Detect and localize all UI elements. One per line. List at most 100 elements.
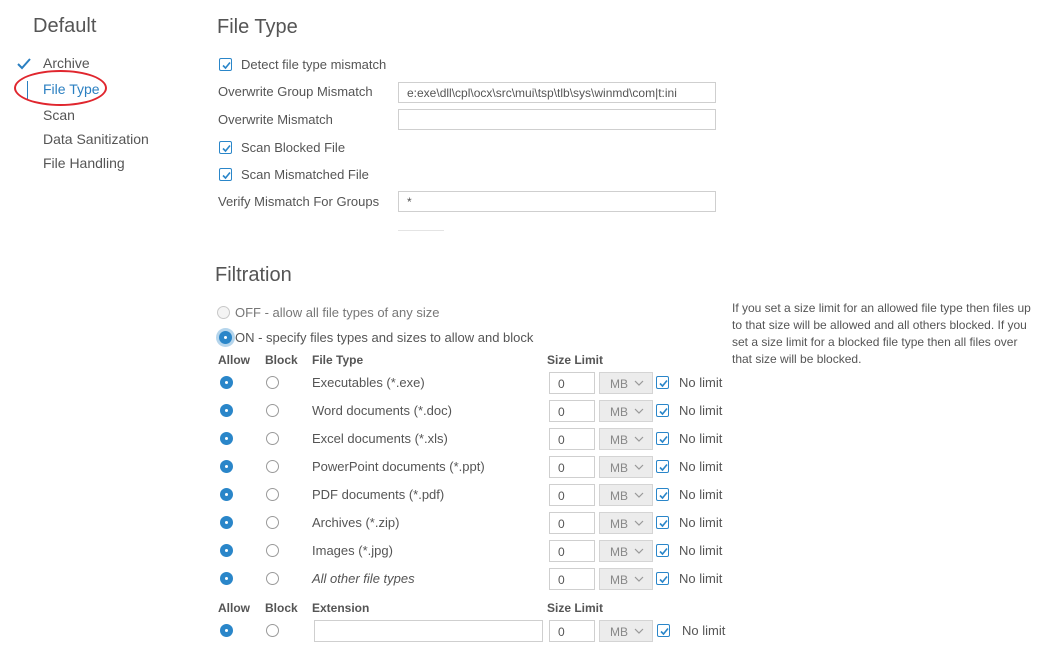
block-radio[interactable] bbox=[266, 432, 279, 445]
allow-radio[interactable] bbox=[220, 460, 233, 473]
no-limit-checkbox[interactable] bbox=[656, 432, 669, 445]
size-unit-value: MB bbox=[610, 489, 628, 503]
size-unit-value: MB bbox=[610, 433, 628, 447]
no-limit-checkbox[interactable] bbox=[656, 460, 669, 473]
chevron-down-icon bbox=[634, 520, 644, 526]
no-limit-checkbox[interactable] bbox=[656, 488, 669, 501]
file-type-label: All other file types bbox=[312, 571, 415, 586]
checkmark-icon bbox=[659, 407, 668, 416]
file-type-label: PowerPoint documents (*.ppt) bbox=[312, 459, 485, 474]
size-limit-input[interactable]: 0 bbox=[549, 400, 595, 422]
verify-mismatch-input[interactable]: * bbox=[398, 191, 716, 212]
column-header-size-limit: Size Limit bbox=[547, 601, 604, 615]
size-unit-value: MB bbox=[610, 625, 628, 639]
size-unit-select[interactable]: MB bbox=[599, 372, 653, 394]
no-limit-checkbox[interactable] bbox=[656, 516, 669, 529]
allow-radio[interactable] bbox=[220, 544, 233, 557]
file-type-label: Word documents (*.doc) bbox=[312, 403, 452, 418]
column-header-extension: Extension bbox=[312, 601, 370, 615]
column-header-size-limit: Size Limit bbox=[547, 353, 604, 367]
no-limit-checkbox[interactable] bbox=[657, 624, 670, 637]
allow-radio[interactable] bbox=[220, 572, 233, 585]
allow-radio[interactable] bbox=[220, 624, 233, 637]
overwrite-mismatch-label: Overwrite Mismatch bbox=[218, 112, 333, 127]
scan-blocked-checkbox[interactable] bbox=[219, 141, 232, 154]
sidebar-item-scan[interactable]: Scan bbox=[43, 107, 75, 123]
block-radio[interactable] bbox=[266, 544, 279, 557]
size-unit-select[interactable]: MB bbox=[599, 428, 653, 450]
sidebar-item-file-handling[interactable]: File Handling bbox=[43, 155, 125, 171]
detect-mismatch-label: Detect file type mismatch bbox=[241, 57, 387, 72]
size-unit-select[interactable]: MB bbox=[599, 540, 653, 562]
scan-mismatched-checkbox[interactable] bbox=[219, 168, 232, 181]
no-limit-checkbox[interactable] bbox=[656, 544, 669, 557]
block-radio[interactable] bbox=[266, 404, 279, 417]
sidebar-item-archive[interactable]: Archive bbox=[43, 55, 90, 71]
block-radio[interactable] bbox=[266, 460, 279, 473]
no-limit-checkbox[interactable] bbox=[656, 572, 669, 585]
chevron-down-icon bbox=[634, 464, 644, 470]
checkmark-icon bbox=[222, 171, 231, 180]
no-limit-label: No limit bbox=[679, 375, 723, 390]
size-unit-select[interactable]: MB bbox=[599, 620, 653, 642]
no-limit-label: No limit bbox=[679, 571, 723, 586]
block-radio[interactable] bbox=[266, 624, 279, 637]
file-type-label: Images (*.jpg) bbox=[312, 543, 393, 558]
size-limit-input[interactable]: 0 bbox=[549, 372, 595, 394]
filtration-off-radio[interactable] bbox=[217, 306, 230, 319]
size-unit-select[interactable]: MB bbox=[599, 456, 653, 478]
no-limit-checkbox[interactable] bbox=[656, 376, 669, 389]
no-limit-checkbox[interactable] bbox=[656, 404, 669, 417]
checkmark-icon bbox=[222, 61, 231, 70]
chevron-down-icon bbox=[634, 408, 644, 414]
overwrite-mismatch-input[interactable] bbox=[398, 109, 716, 130]
size-limit-input[interactable]: 0 bbox=[549, 540, 595, 562]
file-type-label: Excel documents (*.xls) bbox=[312, 431, 448, 446]
allow-radio[interactable] bbox=[220, 432, 233, 445]
checkmark-icon bbox=[659, 519, 668, 528]
block-radio[interactable] bbox=[266, 376, 279, 389]
no-limit-label: No limit bbox=[679, 459, 723, 474]
filtration-on-radio[interactable] bbox=[219, 331, 232, 344]
allow-radio[interactable] bbox=[220, 488, 233, 501]
size-unit-select[interactable]: MB bbox=[599, 484, 653, 506]
no-limit-label: No limit bbox=[679, 487, 723, 502]
sidebar-item-data-sanitization[interactable]: Data Sanitization bbox=[43, 131, 149, 147]
size-unit-select[interactable]: MB bbox=[599, 400, 653, 422]
allow-radio[interactable] bbox=[220, 516, 233, 529]
size-limit-input[interactable]: 0 bbox=[549, 428, 595, 450]
extension-input[interactable] bbox=[314, 620, 543, 642]
checkmark-icon bbox=[222, 144, 231, 153]
no-limit-label: No limit bbox=[679, 543, 723, 558]
checkmark-icon bbox=[659, 463, 668, 472]
sidebar-title: Default bbox=[33, 15, 97, 37]
size-limit-input[interactable]: 0 bbox=[549, 456, 595, 478]
column-header-block: Block bbox=[265, 353, 298, 367]
column-header-allow: Allow bbox=[218, 601, 250, 615]
size-unit-value: MB bbox=[610, 377, 628, 391]
block-radio[interactable] bbox=[266, 516, 279, 529]
size-limit-input[interactable]: 0 bbox=[549, 568, 595, 590]
column-header-block: Block bbox=[265, 601, 298, 615]
size-limit-input[interactable]: 0 bbox=[549, 484, 595, 506]
size-unit-select[interactable]: MB bbox=[599, 568, 653, 590]
highlight-oval bbox=[14, 70, 107, 106]
overwrite-group-mismatch-input[interactable]: e:exe\dll\cpl\ocx\src\mui\tsp\tlb\sys\wi… bbox=[398, 82, 716, 103]
detect-mismatch-checkbox[interactable] bbox=[219, 58, 232, 71]
allow-radio[interactable] bbox=[220, 404, 233, 417]
block-radio[interactable] bbox=[266, 572, 279, 585]
allow-radio[interactable] bbox=[220, 376, 233, 389]
scan-blocked-label: Scan Blocked File bbox=[241, 140, 346, 155]
chevron-down-icon bbox=[634, 436, 644, 442]
checkmark-icon bbox=[17, 58, 31, 70]
chevron-down-icon bbox=[634, 628, 644, 634]
size-limit-input[interactable]: 0 bbox=[549, 620, 595, 642]
size-unit-select[interactable]: MB bbox=[599, 512, 653, 534]
checkmark-icon bbox=[659, 547, 668, 556]
size-unit-value: MB bbox=[610, 545, 628, 559]
block-radio[interactable] bbox=[266, 488, 279, 501]
checkmark-icon bbox=[659, 491, 668, 500]
size-limit-input[interactable]: 0 bbox=[549, 512, 595, 534]
size-limit-help-text: If you set a size limit for an allowed f… bbox=[732, 301, 1031, 366]
file-type-label: PDF documents (*.pdf) bbox=[312, 487, 445, 502]
